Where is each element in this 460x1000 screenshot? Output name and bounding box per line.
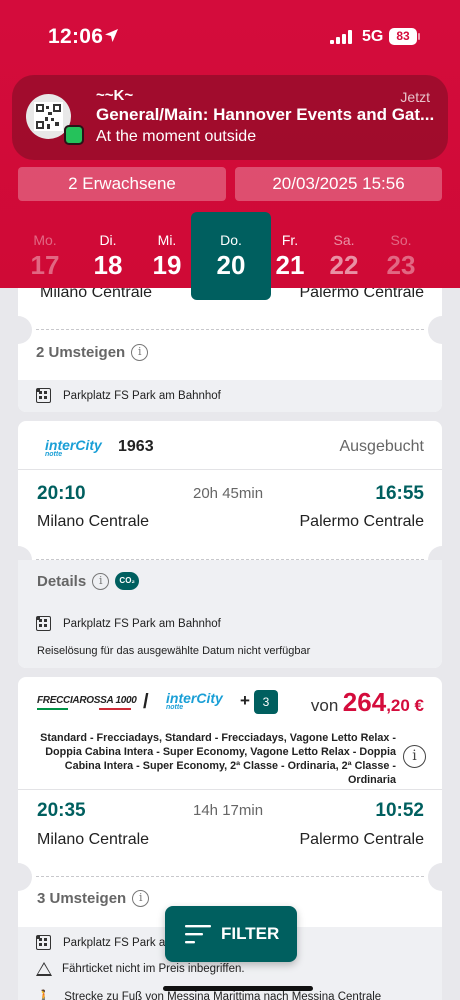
price-cents: ,20 € xyxy=(386,696,424,715)
changes-row[interactable]: 2 Umsteigen i xyxy=(36,344,149,362)
fare-info-icon[interactable]: i xyxy=(403,745,426,768)
day-selector: Mo. 17 Di. 18 Mi. 19 Do. 20 Fr. 21 Sa. 22 So. 2… xyxy=(0,212,460,300)
battery-icon: 83 xyxy=(389,28,420,45)
status-label: Ausgebucht xyxy=(339,438,424,455)
day-mon[interactable]: Mo. 17 xyxy=(18,212,72,281)
departure-station: Milano Centrale xyxy=(37,831,150,848)
train-number: 1963 xyxy=(118,438,154,455)
info-icon[interactable]: i xyxy=(132,890,150,908)
parking-info: Parkplatz FS Park am Bahnhof xyxy=(36,388,221,403)
price-prefix: von xyxy=(310,696,339,715)
result-card[interactable]: interCity notte 1963 Ausgebucht 20:10 20… xyxy=(18,421,442,668)
departure-station: Milano Centrale xyxy=(37,513,150,530)
location-arrow-icon xyxy=(105,29,118,42)
notification-title: General/Main: Hannover Events and Gat... xyxy=(96,105,435,124)
day-thu-selected[interactable]: Do. 20 xyxy=(191,212,271,300)
parking-icon xyxy=(36,616,51,631)
notification-body: At the moment outside xyxy=(96,128,257,145)
departure-time: 20:35 xyxy=(37,800,86,821)
day-sun[interactable]: So. 23 xyxy=(374,212,428,281)
unavailable-note: Reiselösung für das ausgewählte Datum ni… xyxy=(37,645,311,657)
day-wed[interactable]: Mi. 19 xyxy=(140,212,194,281)
filter-label: FILTER xyxy=(221,924,280,943)
network-label: 5G xyxy=(362,28,384,45)
clock: 12:06 xyxy=(48,25,104,48)
extra-count-badge: 3 xyxy=(254,690,278,714)
departure-time: 20:10 xyxy=(37,483,86,504)
brand-separator: / xyxy=(143,691,149,713)
filter-icon xyxy=(185,925,211,944)
walking-icon: 🚶 xyxy=(36,989,53,1000)
signal-icon xyxy=(330,30,352,44)
notification-sender: ~~K~ xyxy=(96,87,134,104)
arrival-time: 16:55 xyxy=(375,483,424,504)
details-row[interactable]: Details i CO₂ xyxy=(37,572,140,590)
co2-icon: CO₂ xyxy=(115,572,140,590)
home-indicator xyxy=(163,986,313,991)
duration: 20h 45min xyxy=(193,485,264,502)
intercity-logo: interCity notte xyxy=(45,437,102,458)
notification-banner[interactable]: ~~K~ Jetzt General/Main: Hannover Events… xyxy=(12,75,448,160)
plus-sign: + xyxy=(240,691,250,710)
arrival-station: Palermo Centrale xyxy=(299,513,425,530)
intercity-logo: interCity notte xyxy=(166,690,223,711)
warning-icon xyxy=(36,962,52,976)
whatsapp-icon xyxy=(64,125,84,145)
passengers-button[interactable]: 2 Erwachsene xyxy=(18,167,226,201)
day-sat[interactable]: Sa. 22 xyxy=(317,212,371,281)
parking-info: Parkplatz FS Park am Bahnhof xyxy=(36,616,221,631)
changes-row[interactable]: 3 Umsteigen i xyxy=(37,890,150,908)
ferry-ticket-note: Fährticket nicht im Preis inbegriffen. xyxy=(36,962,245,976)
duration: 14h 17min xyxy=(193,802,264,819)
filter-button[interactable]: FILTER xyxy=(165,906,297,962)
fare-classes: Standard - Frecciadays, Standard - Frecc… xyxy=(40,732,396,786)
parking-icon xyxy=(36,935,51,950)
changes-label: 3 Umsteigen xyxy=(37,890,127,907)
date-time-button[interactable]: 20/03/2025 15:56 xyxy=(235,167,442,201)
changes-label: 2 Umsteigen xyxy=(36,344,126,361)
frecciarossa-logo: FRECCIAROSSA 1000 xyxy=(37,695,137,710)
day-tue[interactable]: Di. 18 xyxy=(81,212,135,281)
details-label: Details xyxy=(37,572,87,590)
info-icon[interactable]: i xyxy=(131,344,149,362)
status-bar: 12:06 5G 83 xyxy=(0,0,460,76)
notification-time: Jetzt xyxy=(400,89,430,105)
price-main: 264 xyxy=(342,687,387,717)
price: von 264,20 € xyxy=(311,687,424,718)
arrival-station: Palermo Centrale xyxy=(299,831,425,848)
arrival-time: 10:52 xyxy=(375,800,424,821)
header: 12:06 5G 83 ~~K~ Jetzt General/Main: Han… xyxy=(0,0,460,300)
day-fri[interactable]: Fr. 21 xyxy=(263,212,317,281)
parking-icon xyxy=(36,388,51,403)
info-icon[interactable]: i xyxy=(92,572,110,590)
